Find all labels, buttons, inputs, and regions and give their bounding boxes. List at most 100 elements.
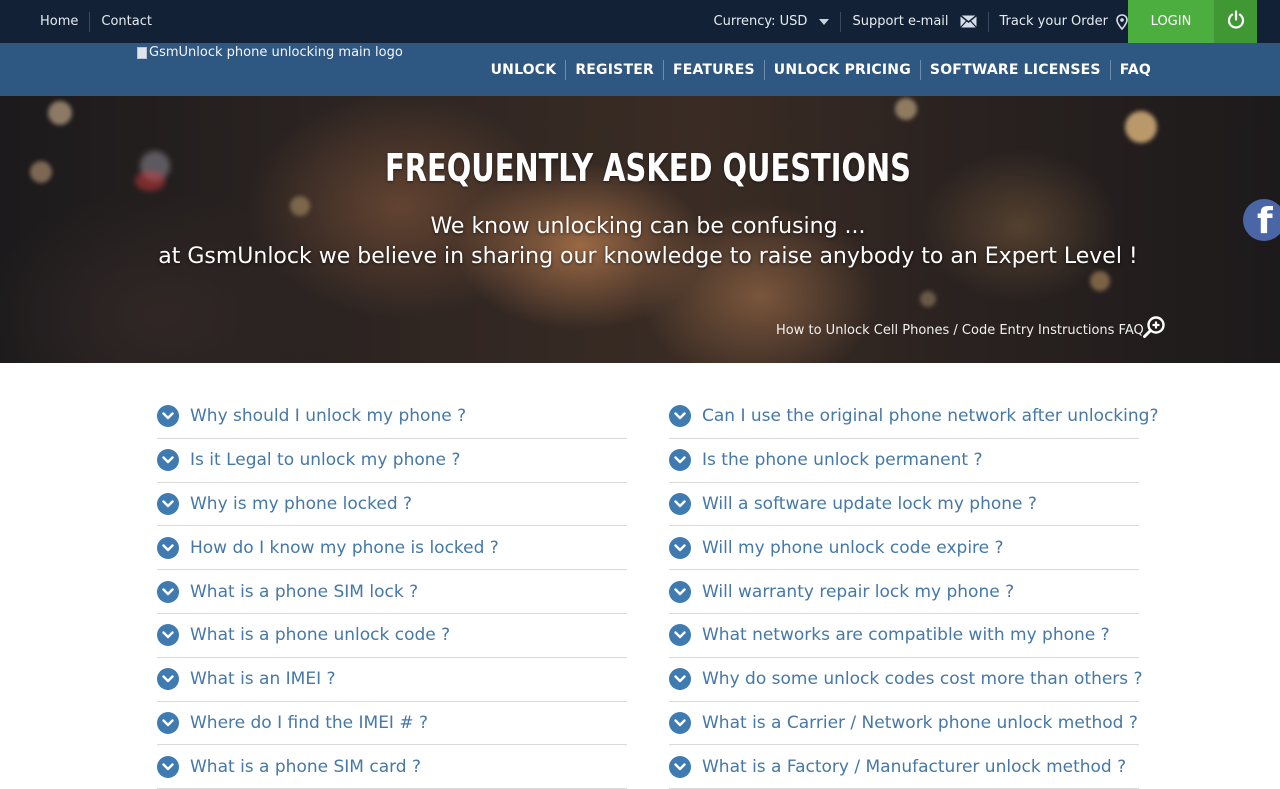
nav-unlock-pricing[interactable]: UNLOCK PRICING [774, 62, 911, 78]
code-entry-faq-label: How to Unlock Cell Phones / Code Entry I… [776, 323, 1144, 338]
faq-question: What is a phone SIM card ? [190, 756, 422, 777]
faq-item[interactable]: Can I use the original phone network aft… [669, 395, 1158, 439]
nav-unlock[interactable]: UNLOCK [491, 62, 557, 78]
faq-item[interactable]: Why should I unlock my phone ? [157, 395, 627, 439]
bokeh-light [290, 196, 310, 216]
chevron-down-circle-icon [669, 492, 691, 515]
faq-item[interactable]: What is a phone SIM card ? [157, 745, 627, 789]
chevron-down-circle-icon [669, 668, 691, 691]
faq-question: Will my phone unlock code expire ? [702, 537, 1004, 558]
login-button[interactable]: LOGIN [1128, 0, 1214, 43]
zoom-plus-icon[interactable] [1142, 315, 1166, 343]
faq-question: What is a phone unlock code ? [190, 625, 451, 646]
faq-question: Why should I unlock my phone ? [190, 406, 467, 427]
contact-link[interactable]: Contact [101, 14, 152, 29]
bokeh-light [1090, 271, 1110, 291]
hero-subtitle-line1: We know unlocking can be confusing ... [430, 214, 866, 239]
chevron-down-circle-icon [669, 580, 691, 603]
facebook-icon[interactable]: f [1243, 199, 1280, 241]
faq-item[interactable]: How do I know my phone is locked ? [157, 526, 627, 571]
bokeh-light [1125, 111, 1157, 143]
hero-subtitle-line2: at GsmUnlock we believe in sharing our k… [158, 244, 1138, 269]
chevron-down-circle-icon [157, 755, 179, 778]
code-entry-faq-link[interactable]: How to Unlock Cell Phones / Code Entry I… [776, 316, 1165, 338]
faq-question: How do I know my phone is locked ? [190, 537, 499, 558]
nav-features[interactable]: FEATURES [673, 62, 755, 78]
chevron-down-circle-icon [157, 449, 179, 472]
faq-question: Can I use the original phone network aft… [702, 406, 1159, 427]
faq-question: What is a phone SIM lock ? [190, 581, 419, 602]
faq-item[interactable]: What is an IMEI ? [157, 658, 627, 702]
track-label: Track your Order [999, 14, 1108, 29]
chevron-down-circle-icon [157, 405, 179, 428]
chevron-down-circle-icon [669, 405, 691, 428]
main-navbar: GsmUnlock phone unlocking main logo UNLO… [0, 43, 1280, 96]
faq-item[interactable]: What is a Carrier / Network phone unlock… [669, 702, 1139, 746]
home-link[interactable]: Home [40, 14, 78, 29]
power-icon [1226, 9, 1246, 34]
divider [987, 11, 989, 32]
track-order-link[interactable]: Track your Order [999, 13, 1128, 30]
support-label: Support e-mail [852, 14, 949, 29]
nav-faq[interactable]: FAQ [1120, 62, 1151, 78]
chevron-down-circle-icon [157, 624, 179, 647]
faq-item[interactable]: What networks are compatible with my pho… [669, 614, 1139, 658]
faq-question: Will a software update lock my phone ? [702, 493, 1037, 514]
map-pin-icon [1116, 13, 1128, 30]
currency-label: Currency: USD [713, 14, 808, 29]
faq-item[interactable]: What is a phone unlock code ? [157, 614, 627, 658]
page-title: FREQUENTLY ASKED QUESTIONS [385, 146, 911, 190]
faq-item[interactable]: Will my phone unlock code expire ? [669, 526, 1139, 571]
support-email-link[interactable]: Support e-mail [852, 14, 977, 29]
faq-item[interactable]: Will warranty repair lock my phone ? [669, 570, 1139, 614]
hero-banner: FREQUENTLY ASKED QUESTIONS We know unloc… [0, 96, 1280, 363]
top-bar: Home Contact Currency: USD Support e-mai… [0, 0, 1280, 43]
chevron-down-circle-icon [157, 580, 179, 603]
faq-question: What networks are compatible with my pho… [702, 625, 1110, 646]
chevron-down-circle-icon [157, 492, 179, 515]
chevron-down-circle-icon [669, 624, 691, 647]
chevron-down-circle-icon [669, 755, 691, 778]
bokeh-light [895, 98, 917, 120]
nav-divider [919, 59, 921, 80]
chevron-down-circle-icon [157, 668, 179, 691]
chevron-down-circle-icon [157, 536, 179, 559]
power-button[interactable] [1214, 0, 1257, 43]
faq-question: Is it Legal to unlock my phone ? [190, 450, 461, 471]
divider [89, 11, 91, 32]
bokeh-light [30, 161, 52, 183]
faq-question: Why do some unlock codes cost more than … [702, 669, 1143, 690]
faq-item[interactable]: Why is my phone locked ? [157, 483, 627, 527]
nav-register[interactable]: REGISTER [575, 62, 654, 78]
faq-list-right: Can I use the original phone network aft… [669, 395, 1158, 789]
faq-item[interactable]: Will a software update lock my phone ? [669, 483, 1139, 527]
divider [840, 11, 842, 32]
currency-selector[interactable]: Currency: USD [714, 14, 830, 29]
chevron-down-circle-icon [669, 711, 691, 734]
nav-software-licenses[interactable]: SOFTWARE LICENSES [930, 62, 1101, 78]
top-bar-left: Home Contact [40, 0, 152, 43]
bokeh-light [48, 101, 72, 125]
faq-item[interactable]: Why do some unlock codes cost more than … [669, 658, 1143, 702]
faq-list-left: Why should I unlock my phone ? Is it Leg… [157, 395, 627, 789]
faq-item[interactable]: Is the phone unlock permanent ? [669, 439, 1139, 483]
main-nav: UNLOCK REGISTER FEATURES UNLOCK PRICING … [491, 43, 1151, 96]
faq-item[interactable]: What is a Factory / Manufacturer unlock … [669, 745, 1139, 789]
nav-divider [662, 59, 664, 80]
chevron-down-circle-icon [669, 449, 691, 472]
site-logo[interactable]: GsmUnlock phone unlocking main logo [137, 45, 403, 60]
logo-alt-text: GsmUnlock phone unlocking main logo [149, 45, 403, 60]
faq-question: Why is my phone locked ? [190, 493, 413, 514]
bokeh-light [920, 291, 936, 307]
faq-item[interactable]: What is a phone SIM lock ? [157, 570, 627, 614]
caret-down-icon [819, 18, 830, 25]
chevron-down-circle-icon [157, 711, 179, 734]
faq-item[interactable]: Where do I find the IMEI # ? [157, 702, 627, 746]
faq-question: What is a Carrier / Network phone unlock… [702, 712, 1138, 733]
faq-question: What is a Factory / Manufacturer unlock … [702, 756, 1127, 777]
faq-item[interactable]: Is it Legal to unlock my phone ? [157, 439, 627, 483]
faq-question: Is the phone unlock permanent ? [702, 450, 983, 471]
chevron-down-circle-icon [669, 536, 691, 559]
nav-divider [1109, 59, 1111, 80]
nav-divider [565, 59, 567, 80]
